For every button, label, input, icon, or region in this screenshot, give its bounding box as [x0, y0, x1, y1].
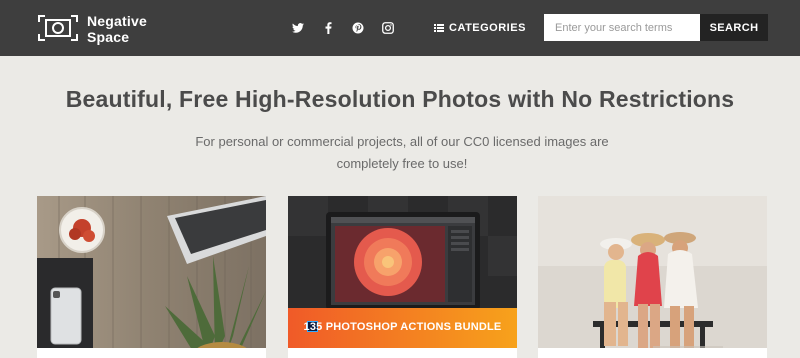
- top-navigation-bar: Negative Space CATEGORIES SEARCH: [0, 0, 800, 56]
- card-caption-area: [538, 348, 767, 358]
- camera-logo-icon: [38, 15, 78, 41]
- photo-card-friends[interactable]: [538, 196, 767, 358]
- photo-card-desk[interactable]: [37, 196, 266, 358]
- search-input[interactable]: [544, 14, 700, 41]
- logo-line-2: Space: [87, 29, 130, 45]
- logo-line-1: Negative: [87, 13, 147, 29]
- logo-wordmark: Negative Space: [87, 13, 147, 45]
- card-caption-area: [37, 348, 266, 358]
- page-subtitle: For personal or commercial projects, all…: [195, 134, 609, 171]
- instagram-icon[interactable]: [381, 18, 395, 38]
- page-title: Beautiful, Free High-Resolution Photos w…: [65, 86, 735, 112]
- facebook-icon[interactable]: [321, 18, 335, 38]
- women-on-bench-photo: [538, 196, 767, 358]
- photo-card-photoshop-bundle[interactable]: 135 PHOTOSHOP ACTIONS BUNDLE: [288, 196, 517, 358]
- list-icon: [434, 24, 444, 32]
- search-button[interactable]: SEARCH: [700, 14, 768, 41]
- pinterest-icon[interactable]: [351, 18, 365, 38]
- categories-menu[interactable]: CATEGORIES: [434, 19, 526, 37]
- desk-flatlay-photo: [37, 196, 266, 358]
- card-caption-area: [288, 348, 517, 358]
- twitter-icon[interactable]: [291, 18, 305, 38]
- social-links: [291, 18, 395, 38]
- categories-label: CATEGORIES: [449, 22, 526, 34]
- site-logo[interactable]: Negative Space: [37, 13, 157, 45]
- promo-banner-text: 135 PHOTOSHOP ACTIONS BUNDLE: [303, 321, 502, 333]
